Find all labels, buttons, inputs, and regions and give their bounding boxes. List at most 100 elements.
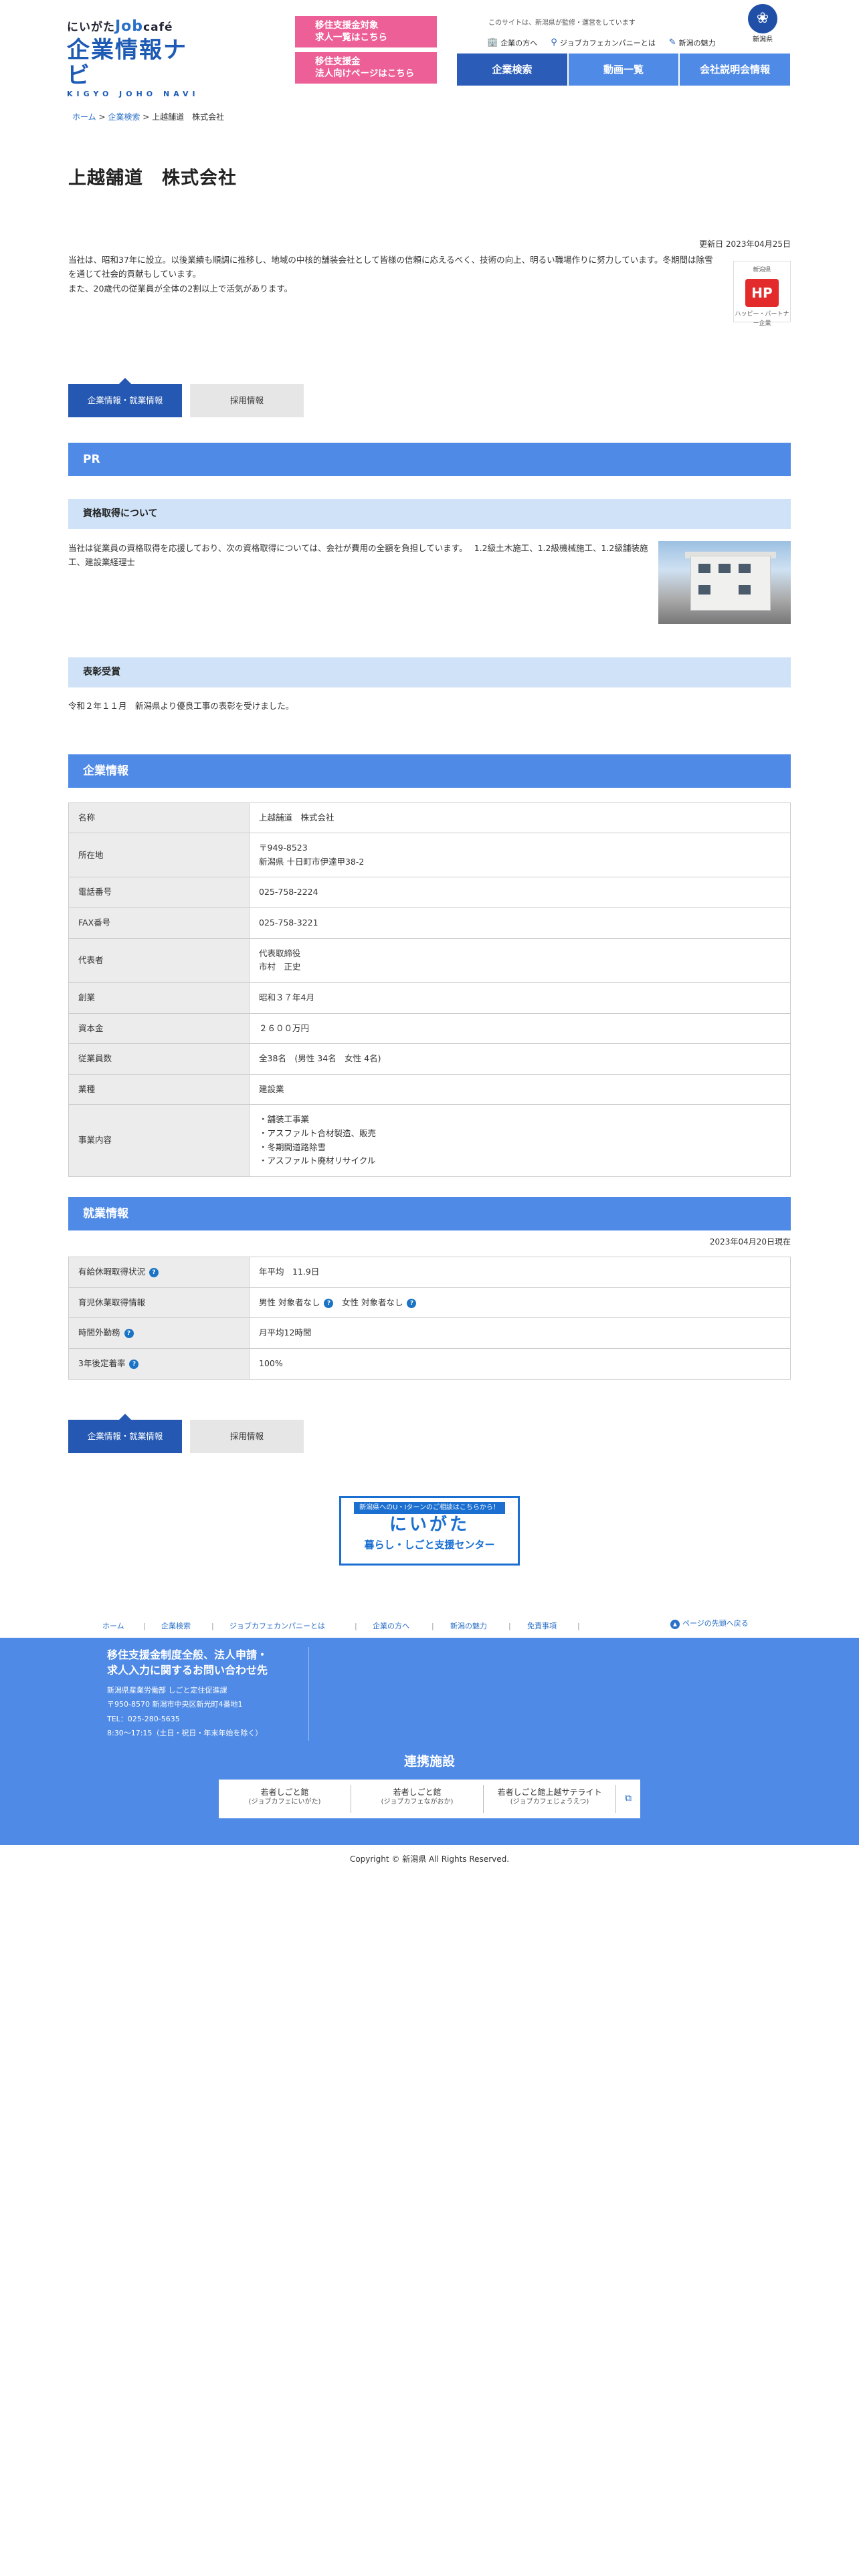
partner-links: 若者しごと館 (ジョブカフェにいがた) 若者しごと館 (ジョブカフェながおか) … <box>219 1779 640 1818</box>
subnav-item-niigata-charm[interactable]: ✎ 新潟の魅力 <box>669 36 716 50</box>
nav-briefing-info[interactable]: 会社説明会情報 <box>678 53 791 86</box>
help-icon[interactable]: ? <box>124 1329 134 1339</box>
tab-recruit-info[interactable]: 採用情報 <box>190 383 304 417</box>
copyright: Copyright © 新潟県 All Rights Reserved. <box>349 1854 510 1864</box>
table-row: 名称 上越舗道 株式会社 <box>68 802 791 834</box>
page-title: 上越舗道 株式会社 <box>68 168 237 189</box>
help-icon[interactable]: ? <box>129 1360 139 1369</box>
company-info-table: 名称 上越舗道 株式会社 所在地 〒949-8523 新潟県 十日町市伊達甲38-2 電話… <box>68 802 791 1177</box>
support-center-banner[interactable]: 新潟県へのU・Iターンのご相談はこちらから！ にいがた 暮らし・しごと支援センタ… <box>339 1495 520 1566</box>
happy-partner-badge: 新潟県 HP ハッピー・パートナー企業 <box>733 260 791 327</box>
intro-text: 当社は、昭和37年に設立。以後業績も順調に推移し、地域の中核的舗装会社として皆様… <box>68 254 713 294</box>
company-intro: 当社は、昭和37年に設立。以後業績も順調に推移し、地域の中核的舗装会社として皆様… <box>68 253 791 327</box>
nav-company-search[interactable]: 企業検索 <box>457 53 567 86</box>
info-label: 所在地 <box>68 833 250 878</box>
work-info-table: 有給休暇取得状況? 年平均 11.9日 育児休業取得情報 男性 対象者なし? 女… <box>68 1257 791 1380</box>
header-subnav: 🏢 企業の方へ ⚲ ジョブカフェカンパニーとは ✎ 新潟の魅力 <box>487 36 716 50</box>
footer-link-search[interactable]: 企業検索 <box>161 1620 191 1632</box>
nav-video-list[interactable]: 動画一覧 <box>567 53 679 86</box>
table-row: 育児休業取得情報 男性 対象者なし? 女性 対象者なし? <box>68 1287 791 1319</box>
tab-recruit-info-bottom[interactable]: 採用情報 <box>190 1419 304 1453</box>
building-icon: 🏢 <box>487 37 498 47</box>
paid-leave-value: 年平均 11.9日 <box>249 1257 791 1288</box>
help-icon[interactable]: ? <box>149 1268 159 1278</box>
info-value: 025-758-2224 <box>249 877 791 909</box>
subnav-item-jobcafe-company[interactable]: ⚲ ジョブカフェカンパニーとは <box>551 36 656 50</box>
info-label: 資本金 <box>68 1012 250 1045</box>
info-label: FAX番号 <box>68 907 250 939</box>
breadcrumb-home[interactable]: ホーム <box>72 112 96 122</box>
tab-bar-top: 企業情報・就業情報 採用情報 <box>68 377 791 417</box>
footer-link-disclaimer[interactable]: 免責事項 <box>527 1620 557 1632</box>
subnav-item-corporate[interactable]: 🏢 企業の方へ <box>487 36 537 50</box>
pen-icon: ✎ <box>668 37 676 47</box>
footer-link-charm[interactable]: 新潟の魅力 <box>450 1620 487 1632</box>
tab-company-info[interactable]: 企業情報・就業情報 <box>68 377 182 417</box>
prefecture-emblem[interactable]: ❀ 新潟県 <box>744 4 781 45</box>
overtime-value: 月平均12時間 <box>249 1317 791 1349</box>
info-value: 〒949-8523 新潟県 十日町市伊達甲38-2 <box>249 833 791 878</box>
help-icon[interactable]: ? <box>324 1298 334 1308</box>
page-top-link[interactable]: ▲ ページの先頭へ戻る <box>670 1618 749 1630</box>
site-logo[interactable]: にいがたJobcafé 企業情報ナビ KIGYO JOHO NAVI <box>67 15 207 98</box>
logo-small-text: にいがたJobcafé <box>67 18 173 35</box>
banner-area: 新潟県へのU・Iターンのご相談はこちらから！ にいがた 暮らし・しごと支援センタ… <box>68 1495 791 1566</box>
company-info-body: 名称 上越舗道 株式会社 所在地 〒949-8523 新潟県 十日町市伊達甲38-2 電話… <box>68 802 791 1177</box>
table-row: 従業員数 全38名 (男性 34名 女性 4名) <box>68 1043 791 1075</box>
footer-link-corporate[interactable]: 企業の方へ <box>373 1620 409 1632</box>
footer-link-jobcafe[interactable]: ジョブカフェカンパニーとは <box>229 1620 325 1632</box>
main-content: ホーム > 企業検索 > 上越舗道 株式会社 上越舗道 株式会社 更新日 202… <box>0 111 859 1566</box>
table-row: 所在地 〒949-8523 新潟県 十日町市伊達甲38-2 <box>68 833 791 878</box>
table-row: 時間外勤務? 月平均12時間 <box>68 1317 791 1349</box>
updated-date: 更新日 2023年04月25日 <box>699 239 791 249</box>
help-icon[interactable]: ? <box>407 1298 417 1308</box>
tab-bar-bottom: 企業情報・就業情報 採用情報 <box>68 1413 791 1453</box>
info-label: 創業 <box>68 982 250 1014</box>
table-row: 創業 昭和３７年4月 <box>68 982 791 1014</box>
arrow-up-icon: ▲ <box>670 1619 680 1629</box>
partner-jobcafe-joetsu[interactable]: 若者しごと館上越サテライト (ジョブカフェじょうえつ) <box>484 1784 616 1813</box>
section-header-pr: PR <box>68 442 791 476</box>
info-label: 従業員数 <box>68 1043 250 1075</box>
paid-leave-label: 有給休暇取得状況? <box>68 1257 250 1288</box>
work-info-as-of: 2023年04月20日現在 <box>709 1237 791 1247</box>
footer-contact: 移住支援金制度全般、法人申請・ 求人入力に関するお問い合わせ先 新潟県産業労働部… <box>107 1646 309 1741</box>
footer-link-home[interactable]: ホーム <box>102 1620 124 1632</box>
breadcrumb-search[interactable]: 企業検索 <box>108 112 140 122</box>
tab-company-info-bottom[interactable]: 企業情報・就業情報 <box>68 1413 182 1453</box>
partner-title: 連携施設 <box>403 1753 455 1769</box>
external-link-icon[interactable]: ⧉ <box>616 1791 640 1806</box>
section-header-company-info: 企業情報 <box>68 754 791 788</box>
partner-jobcafe-niigata[interactable]: 若者しごと館 (ジョブカフェにいがた) <box>219 1784 351 1813</box>
happy-partner-logo-icon: HP <box>745 278 779 307</box>
table-row: FAX番号 025-758-3221 <box>68 907 791 939</box>
subheader-qualification: 資格取得について <box>68 498 791 529</box>
logo-title: 企業情報ナビ <box>67 37 187 89</box>
info-label: 事業内容 <box>68 1104 250 1177</box>
logo-roman: KIGYO JOHO NAVI <box>67 89 199 98</box>
person-icon: ⚲ <box>551 37 557 47</box>
table-row: 電話番号 025-758-2224 <box>68 877 791 909</box>
contact-title: 移住支援金制度全般、法人申請・ 求人入力に関するお問い合わせ先 <box>107 1648 268 1677</box>
relocation-jobs-button[interactable]: 移住支援金対象 求人一覧はこちら <box>295 16 437 47</box>
info-value: 昭和３７年4月 <box>249 982 791 1014</box>
overtime-label: 時間外勤務? <box>68 1317 250 1349</box>
info-value: ２６００万円 <box>249 1012 791 1045</box>
contact-org: 新潟県産業労働部 しごと定住促進課 <box>107 1686 227 1695</box>
info-value: ・舗装工事業 ・アスファルト合材製造、販売 ・冬期間道路除雪 ・アスファルト廃材リサイ… <box>249 1104 791 1177</box>
footer-main: 移住支援金制度全般、法人申請・ 求人入力に関するお問い合わせ先 新潟県産業労働部… <box>0 1637 859 1845</box>
prefecture-emblem-label: 新潟県 <box>753 36 773 43</box>
breadcrumb-current: 上越舗道 株式会社 <box>152 112 225 122</box>
info-label: 業種 <box>68 1073 250 1105</box>
info-label: 電話番号 <box>68 877 250 909</box>
partner-jobcafe-nagaoka[interactable]: 若者しごと館 (ジョブカフェながおか) <box>351 1784 484 1813</box>
header-tagline: このサイトは、新潟県が監修・運営をしています <box>488 19 636 27</box>
info-value: 建設業 <box>249 1073 791 1105</box>
relocation-corporate-button[interactable]: 移住支援金 法人向けページはこちら <box>295 52 437 84</box>
subheader-award: 表彰受賞 <box>68 657 791 687</box>
section-header-work-info: 就業情報 <box>68 1196 791 1230</box>
prefecture-emblem-icon: ❀ <box>748 4 777 33</box>
qualification-text: 当社は従業員の資格取得を応援しており、次の資格取得については、会社が費用の全額を… <box>68 542 648 568</box>
info-value: 025-758-3221 <box>249 907 791 939</box>
site-header: にいがたJobcafé 企業情報ナビ KIGYO JOHO NAVI 移住支援金… <box>0 0 859 98</box>
